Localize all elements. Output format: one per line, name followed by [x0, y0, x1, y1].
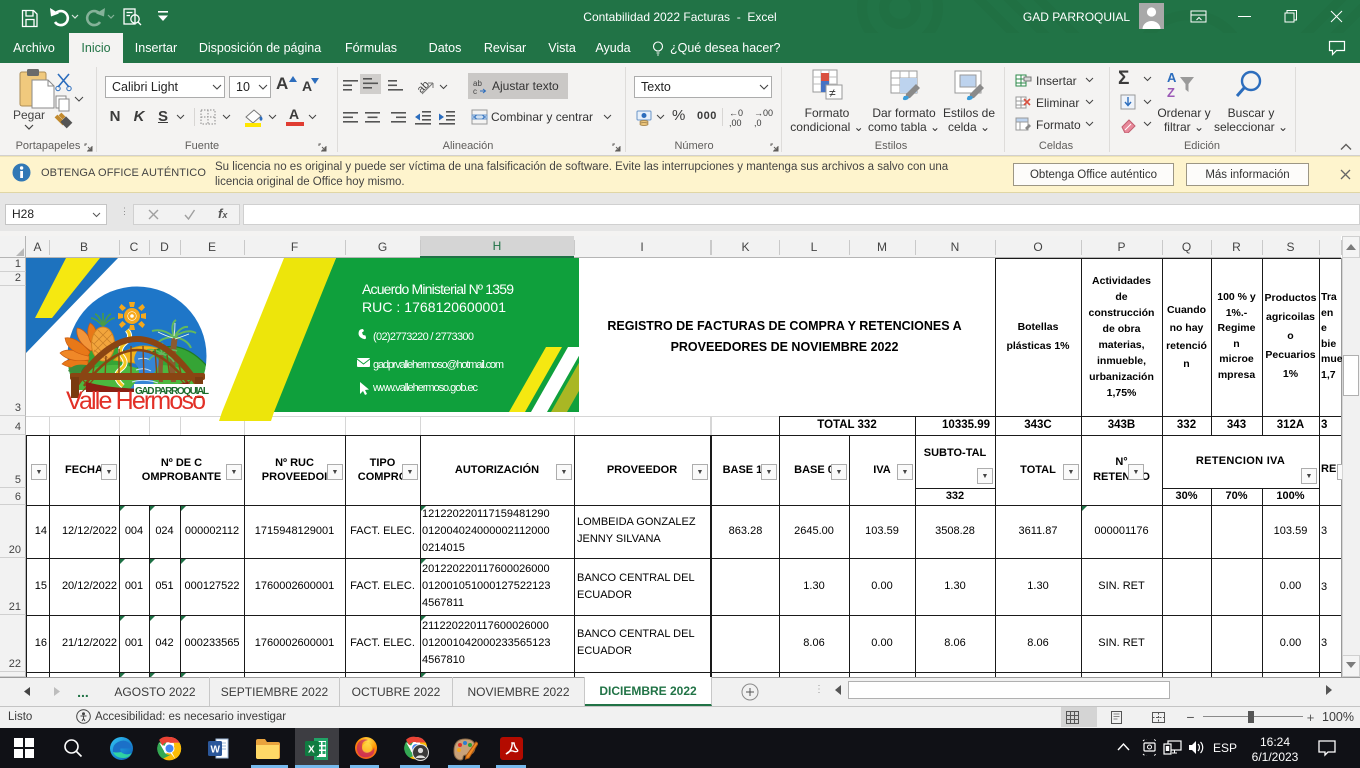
svg-text:RUC : 1768120600001: RUC : 1768120600001 [362, 299, 506, 315]
svg-text:Acuerdo Ministerial Nº 1359: Acuerdo Ministerial Nº 1359 [362, 281, 514, 297]
svg-text:Valle Hermoso: Valle Hermoso [66, 387, 206, 415]
svg-text:A: A [1167, 70, 1177, 85]
svg-text:≠: ≠ [829, 86, 836, 100]
svg-text:W: W [211, 745, 221, 756]
svg-text:ab: ab [418, 79, 432, 96]
svg-text:Z: Z [1167, 85, 1175, 100]
svg-text:www.vallehermoso.gob.ec: www.vallehermoso.gob.ec [372, 382, 479, 394]
svg-text:gadprvallehermoso@hotmail.com: gadprvallehermoso@hotmail.com [373, 359, 504, 371]
svg-text:(02)2773220 / 2773300: (02)2773220 / 2773300 [373, 331, 474, 343]
svg-text:X: X [308, 745, 315, 756]
svg-text:c: c [473, 87, 477, 95]
